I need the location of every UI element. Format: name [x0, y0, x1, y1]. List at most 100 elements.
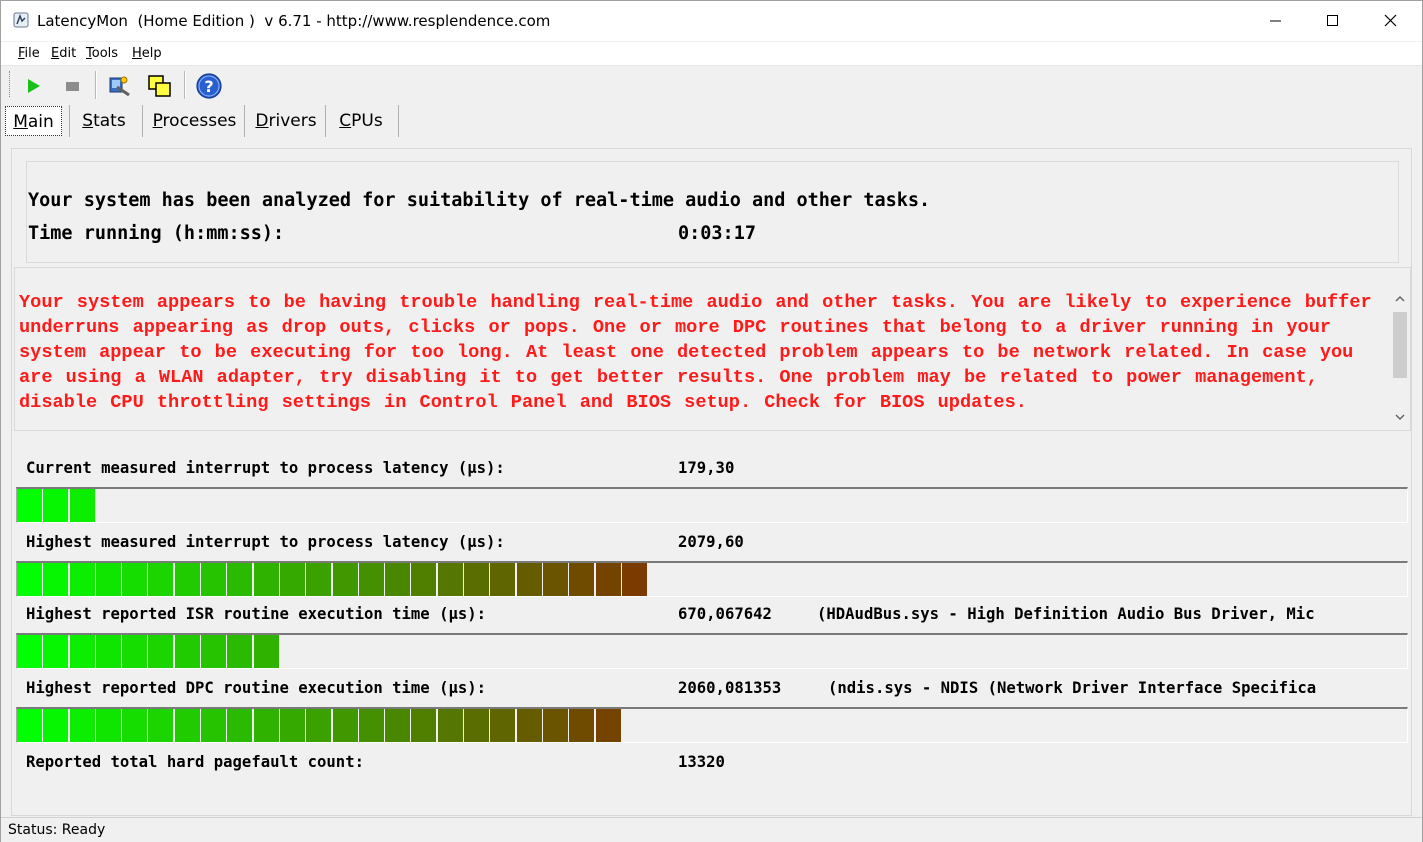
stop-button[interactable] [57, 71, 87, 101]
bar-segment [253, 709, 279, 742]
bar-segment [542, 709, 568, 742]
bar-segment [69, 489, 95, 522]
title-bar[interactable]: LatencyMon (Home Edition ) v 6.71 - http… [1, 1, 1422, 41]
toolbar-separator [184, 71, 186, 99]
isr-time-bar-fill [17, 635, 280, 668]
bar-segment [43, 709, 69, 742]
bar-segment [69, 709, 95, 742]
bar-segment [17, 489, 42, 522]
tab-separator [69, 105, 70, 137]
time-running-value: 0:03:17 [678, 223, 756, 244]
chevron-up-icon [1395, 296, 1405, 302]
bar-segment [542, 563, 568, 596]
scroll-thumb[interactable] [1393, 312, 1407, 378]
bar-segment [122, 635, 148, 668]
bar-segment [358, 709, 384, 742]
bar-segment [621, 563, 647, 596]
conclusion-text: Your system appears to be having trouble… [19, 292, 1372, 413]
conclusion-scrollbar[interactable] [1391, 290, 1409, 428]
tab-cpus[interactable]: CPUs [332, 106, 390, 136]
bar-segment [279, 563, 305, 596]
bar-segment [17, 563, 42, 596]
conclusion-panel: Your system appears to be having trouble… [14, 267, 1411, 431]
toolbar-grip[interactable] [9, 71, 12, 97]
toolbar-separator [95, 71, 97, 99]
bar-segment [332, 709, 358, 742]
chevron-down-icon [1395, 414, 1405, 420]
toolbar: ? [1, 67, 1422, 103]
bar-segment [69, 635, 95, 668]
bar-segment [227, 563, 253, 596]
isr-time-value: 670,067642 [678, 605, 772, 623]
current-latency-bar [16, 487, 1408, 523]
windows-button[interactable] [145, 71, 175, 101]
analysis-headline: Your system has been analyzed for suitab… [28, 190, 931, 211]
bar-segment [437, 709, 463, 742]
help-icon: ? [196, 73, 222, 99]
summary-panel: Your system has been analyzed for suitab… [26, 161, 1399, 263]
bar-segment [227, 709, 253, 742]
tab-separator [398, 105, 399, 137]
highest-latency-bar [16, 561, 1408, 597]
bar-segment [490, 563, 516, 596]
bar-segment [411, 563, 437, 596]
bar-segment [122, 709, 148, 742]
bar-segment [43, 489, 69, 522]
tab-main[interactable]: Main [5, 106, 62, 136]
minimize-icon [1270, 20, 1281, 22]
menu-help[interactable]: Help [132, 46, 162, 62]
pagefault-count-value: 13320 [678, 753, 725, 771]
bar-segment [201, 563, 227, 596]
tab-separator [325, 105, 326, 137]
time-running-label: Time running (h:mm:ss): [28, 223, 285, 244]
highest-latency-label: Highest measured interrupt to process la… [26, 533, 505, 551]
bar-segment [17, 635, 42, 668]
scroll-up-arrow[interactable] [1391, 290, 1409, 308]
bar-segment [595, 709, 621, 742]
bar-segment [148, 635, 174, 668]
tab-stats[interactable]: Stats [75, 106, 133, 136]
scroll-down-arrow[interactable] [1391, 408, 1409, 426]
bar-segment [516, 563, 542, 596]
bar-segment [17, 709, 42, 742]
bar-segment [490, 709, 516, 742]
help-button[interactable]: ? [194, 71, 224, 101]
bar-segment [148, 563, 174, 596]
menu-tools[interactable]: Tools [86, 46, 118, 62]
minimize-button[interactable] [1247, 1, 1305, 41]
start-button[interactable] [19, 71, 49, 101]
menu-edit[interactable]: Edit [51, 46, 76, 62]
bar-segment [69, 563, 95, 596]
isr-time-bar [16, 633, 1408, 669]
app-window: LatencyMon (Home Edition ) v 6.71 - http… [0, 0, 1423, 842]
maximize-button[interactable] [1304, 1, 1362, 41]
dpc-time-label: Highest reported DPC routine execution t… [26, 679, 487, 697]
isr-driver-info: (HDAudBus.sys - High Definition Audio Bu… [817, 605, 1315, 623]
bar-segment [201, 709, 227, 742]
bar-segment [464, 709, 490, 742]
bar-segment [516, 709, 542, 742]
conclusion-viewport[interactable]: Your system appears to be having trouble… [15, 268, 1395, 424]
bar-segment [569, 563, 595, 596]
bar-segment [569, 709, 595, 742]
dpc-time-value: 2060,081353 [678, 679, 782, 697]
dpc-time-bar-fill [17, 709, 622, 742]
tab-separator [244, 105, 245, 137]
tab-processes[interactable]: Processes [149, 106, 240, 136]
tab-separator [142, 105, 143, 137]
menu-file[interactable]: File [18, 46, 40, 62]
analyze-button[interactable] [105, 71, 135, 101]
close-button[interactable] [1362, 1, 1420, 41]
highest-latency-bar-fill [17, 563, 648, 596]
bar-segment [385, 709, 411, 742]
bar-segment [174, 563, 200, 596]
highest-latency-value: 2079,60 [678, 533, 744, 551]
bar-segment [279, 709, 305, 742]
bar-segment [358, 563, 384, 596]
svg-text:?: ? [204, 77, 213, 96]
close-icon [1384, 14, 1397, 27]
bar-segment [122, 563, 148, 596]
play-icon [28, 79, 40, 93]
maximize-icon [1327, 15, 1338, 26]
tab-drivers[interactable]: Drivers [251, 106, 321, 136]
